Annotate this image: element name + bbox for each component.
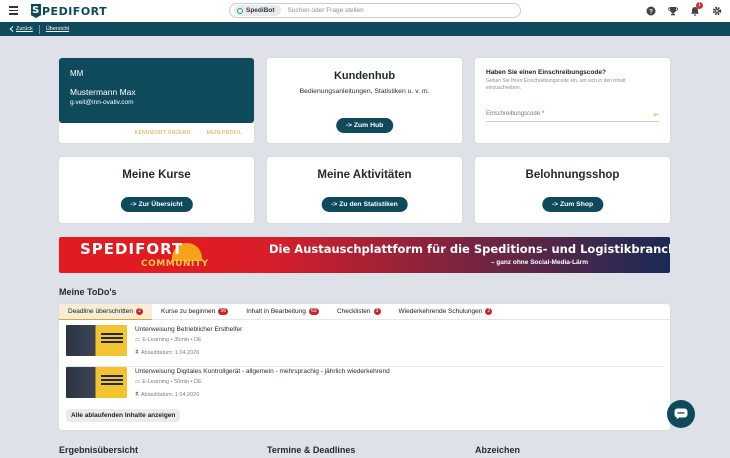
profile-initials: MM bbox=[70, 69, 84, 78]
trophy-icon[interactable] bbox=[667, 5, 678, 16]
hourglass-icon: ⧗ bbox=[135, 391, 139, 397]
send-icon[interactable]: ➢ bbox=[652, 110, 659, 119]
banner-tagline: – ganz ohne Social-Media-Lärm bbox=[490, 259, 588, 266]
change-password-link[interactable]: KENNWORT ÄNDERN bbox=[135, 130, 191, 136]
enrollment-code-card: Haben Sie einen Einschreibungscode? Gebe… bbox=[475, 58, 670, 143]
profile-info: MM Mustermann Max g.veit@inn-ovativ.com bbox=[59, 58, 254, 123]
community-banner[interactable]: SPEDIFORT COMMUNITY Die Austauschplattfo… bbox=[59, 237, 670, 273]
my-profile-link[interactable]: MEIN PROFIL bbox=[207, 130, 242, 136]
todos-card: Deadline überschritten 2 Kurse zu beginn… bbox=[59, 303, 670, 430]
chat-button[interactable] bbox=[667, 400, 695, 428]
tab-count-badge: 2 bbox=[485, 308, 493, 315]
tab-recurring-trainings[interactable]: Wiederkehrende Schulungen 2 bbox=[390, 304, 502, 320]
my-activities-title: Meine Aktivitäten bbox=[317, 169, 412, 181]
spedibot-icon bbox=[237, 7, 243, 14]
enrollment-code-input[interactable]: Einschreibungscode * ➢ bbox=[486, 110, 659, 122]
my-activities-card: Meine Aktivitäten -> Zu den Statistiken bbox=[267, 157, 462, 223]
tab-count-badge: 56 bbox=[218, 308, 229, 315]
results-overview-title: Ergebnisübersicht bbox=[59, 445, 139, 455]
breadcrumb: Zurück Übersicht bbox=[0, 22, 730, 36]
todo-tabs: Deadline überschritten 2 Kurse zu beginn… bbox=[59, 303, 670, 320]
reward-shop-card: Belohnungsshop -> Zum Shop bbox=[475, 157, 670, 223]
help-icon[interactable]: ? bbox=[645, 5, 656, 16]
course-meta: ▭ E-Learning • 50min • DE bbox=[135, 379, 202, 385]
banner-logo-community: COMMUNITY bbox=[141, 259, 209, 269]
deadlines-title: Termine & Deadlines bbox=[267, 445, 356, 455]
notification-badge: 1 bbox=[696, 2, 703, 9]
to-statistics-button[interactable]: -> Zu den Statistiken bbox=[321, 197, 408, 212]
chat-bubble-icon bbox=[674, 408, 688, 420]
breadcrumb-overview-link[interactable]: Übersicht bbox=[46, 26, 69, 32]
kundenhub-card: Kundenhub Bedienungsanleitungen, Statist… bbox=[267, 58, 462, 143]
to-shop-button[interactable]: -> Zum Shop bbox=[541, 197, 604, 212]
course-meta: ▭ E-Learning • 35min • DE bbox=[135, 337, 202, 343]
course-thumbnail bbox=[66, 367, 127, 398]
enrollment-description: Geben Sie Ihren Einschreibungscode ein, … bbox=[486, 78, 626, 91]
chevron-left-icon bbox=[9, 26, 14, 32]
tab-deadline-exceeded[interactable]: Deadline überschritten 2 bbox=[59, 303, 153, 320]
badges-title: Abzeichen bbox=[475, 445, 521, 455]
profile-card: MM Mustermann Max g.veit@inn-ovativ.com … bbox=[59, 58, 254, 143]
elearning-icon: ▭ bbox=[135, 379, 141, 385]
search-input[interactable]: Suchen oder Frage stellen bbox=[288, 7, 364, 14]
notification-bell-icon[interactable]: 1 bbox=[689, 2, 703, 16]
list-item[interactable]: Unterweisung Betrieblicher Ersthelfer ▭ … bbox=[66, 325, 663, 367]
spedibot-button[interactable]: SpediBot bbox=[234, 5, 281, 16]
course-title[interactable]: Unterweisung Digitales Kontrollgerät - a… bbox=[135, 368, 390, 375]
hourglass-icon: ⧗ bbox=[135, 349, 139, 355]
back-link[interactable]: Zurück bbox=[9, 26, 33, 32]
list-item[interactable]: Unterweisung Digitales Kontrollgerät - a… bbox=[66, 367, 663, 405]
tab-checklists[interactable]: Checklisten 3 bbox=[328, 304, 390, 320]
course-expiry: ⧗ Ablaufdatum: 1.04.2026 bbox=[135, 349, 200, 356]
todos-title: Meine ToDo's bbox=[59, 287, 117, 297]
top-bar: S PEDIFORT SpediBot Suchen oder Frage st… bbox=[0, 0, 730, 22]
my-courses-card: Meine Kurse -> Zur Übersicht bbox=[59, 157, 254, 223]
my-courses-title: Meine Kurse bbox=[122, 169, 191, 181]
tab-count-badge: 2 bbox=[136, 307, 144, 315]
settings-gear-icon[interactable] bbox=[711, 5, 722, 16]
svg-text:?: ? bbox=[649, 8, 653, 15]
kundenhub-subtitle: Bedienungsanleitungen, Statistiken u. v.… bbox=[299, 88, 430, 95]
profile-email: g.veit@inn-ovativ.com bbox=[70, 99, 134, 106]
course-title[interactable]: Unterweisung Betrieblicher Ersthelfer bbox=[135, 326, 242, 333]
spedifort-logo[interactable]: S PEDIFORT bbox=[31, 3, 107, 19]
show-all-expiring-button[interactable]: Alle ablaufenden Inhalte anzeigen bbox=[66, 409, 181, 422]
course-expiry: ⧗ Ablaufdatum: 1.04.2026 bbox=[135, 391, 200, 398]
elearning-icon: ▭ bbox=[135, 337, 141, 343]
banner-logo: SPEDIFORT bbox=[80, 240, 184, 258]
kundenhub-title: Kundenhub bbox=[333, 70, 396, 82]
tab-count-badge: 3 bbox=[373, 308, 381, 315]
tab-count-badge: 63 bbox=[308, 308, 319, 315]
to-overview-button[interactable]: -> Zur Übersicht bbox=[120, 197, 193, 212]
reward-shop-title: Belohnungsshop bbox=[525, 169, 620, 181]
tab-courses-to-start[interactable]: Kurse zu beginnen 56 bbox=[152, 304, 237, 320]
to-hub-button[interactable]: -> Zum Hub bbox=[335, 118, 394, 133]
hamburger-menu-icon[interactable] bbox=[9, 6, 18, 15]
banner-headline: Die Austauschplattform für die Spedition… bbox=[269, 242, 670, 256]
breadcrumb-divider bbox=[38, 24, 40, 34]
course-thumbnail bbox=[66, 325, 127, 356]
enrollment-title: Haben Sie einen Einschreibungscode? bbox=[486, 69, 606, 76]
profile-name: Mustermann Max bbox=[70, 87, 136, 97]
search-bar[interactable]: SpediBot Suchen oder Frage stellen bbox=[229, 3, 521, 18]
tab-content-in-progress[interactable]: Inhalt in Bearbeitung 63 bbox=[237, 304, 328, 320]
